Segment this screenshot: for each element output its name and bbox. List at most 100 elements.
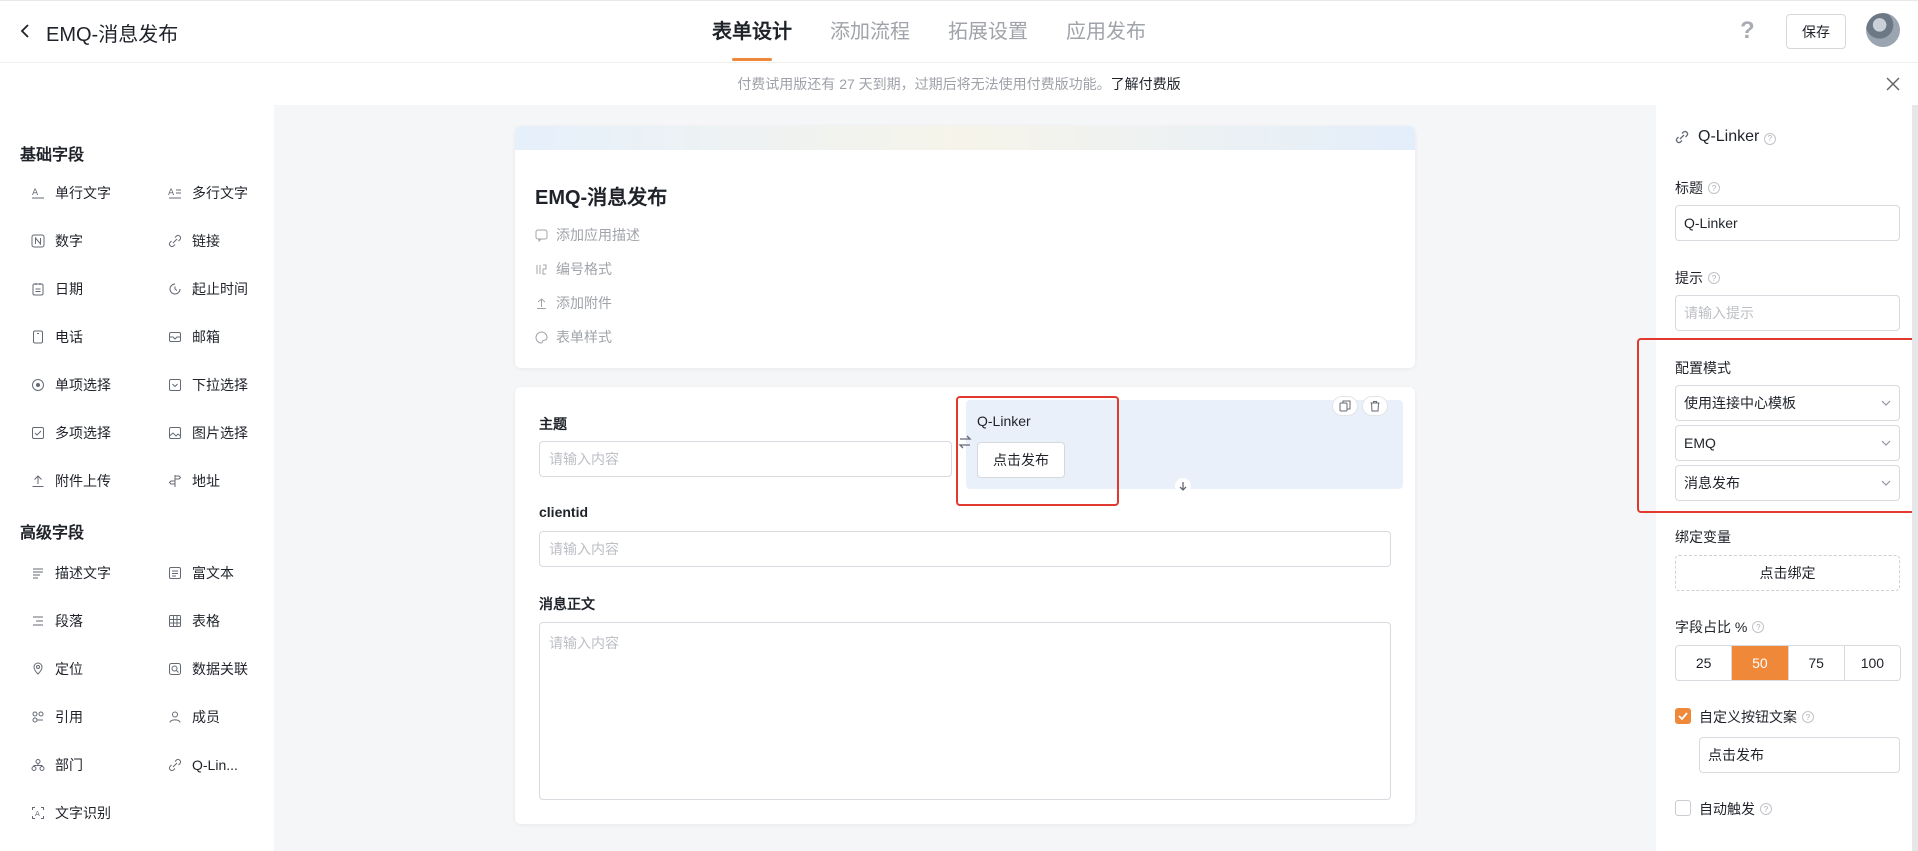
tab-app-publish[interactable]: 应用发布 xyxy=(1066,1,1146,63)
palette-field-address[interactable]: 地址 xyxy=(167,471,220,491)
subject-input[interactable] xyxy=(539,441,952,477)
help-circle-icon[interactable]: ? xyxy=(1708,272,1720,284)
palette-field-description[interactable]: 描述文字 xyxy=(30,563,111,583)
bind-variable-button[interactable]: 点击绑定 xyxy=(1675,555,1900,591)
custom-button-text-input[interactable] xyxy=(1699,737,1900,773)
palette-field-label: 图片选择 xyxy=(192,425,248,441)
swap-icon[interactable] xyxy=(958,434,972,450)
palette-field-paragraph[interactable]: 段落 xyxy=(30,611,83,631)
trial-banner-link[interactable]: 了解付费版 xyxy=(1111,76,1181,92)
add-description-item[interactable]: 添加应用描述 xyxy=(535,225,640,245)
palette-field-mail[interactable]: 邮箱 xyxy=(167,327,220,347)
width-option-25[interactable]: 25 xyxy=(1676,646,1733,680)
app-title: EMQ-消息发布 xyxy=(46,24,179,46)
custom-button-text-checkbox[interactable] xyxy=(1675,708,1691,724)
description-icon xyxy=(535,229,548,242)
save-button[interactable]: 保存 xyxy=(1786,14,1846,49)
add-attachment-item[interactable]: 添加附件 xyxy=(535,293,612,313)
palette-field-link[interactable]: 链接 xyxy=(167,231,220,251)
location-icon xyxy=(30,661,46,677)
rich-text-icon xyxy=(167,565,183,581)
table-icon xyxy=(167,613,183,629)
palette-field-radio[interactable]: 单项选择 xyxy=(30,375,111,395)
avatar[interactable] xyxy=(1866,13,1900,47)
radio-icon xyxy=(30,377,46,393)
form-style-item[interactable]: 表单样式 xyxy=(535,327,612,347)
help-icon[interactable]: ? xyxy=(1740,17,1755,45)
palette-field-location[interactable]: 定位 xyxy=(30,659,83,679)
width-option-75[interactable]: 75 xyxy=(1789,646,1845,680)
field-width-segmented: 25 50 75 100 xyxy=(1675,645,1901,681)
width-option-50[interactable]: 50 xyxy=(1732,646,1789,680)
upload-icon xyxy=(537,297,546,309)
palette-field-reference[interactable]: 引用 xyxy=(30,707,83,727)
close-icon[interactable] xyxy=(1884,75,1902,93)
back-arrow-icon[interactable] xyxy=(18,19,38,43)
move-down-icon[interactable] xyxy=(1175,478,1191,494)
help-circle-icon[interactable]: ? xyxy=(1708,182,1720,194)
palette-field-number[interactable]: 数字 xyxy=(30,231,83,251)
trial-banner-text: 付费试用版还有 27 天到期，过期后将无法使用付费版功能。 xyxy=(737,76,1111,92)
component-name: Q-Linker ? xyxy=(1698,128,1776,146)
description-icon xyxy=(30,565,46,581)
palette-field-department[interactable]: 部门 xyxy=(30,755,83,775)
config-mode-select[interactable]: 使用连接中心模板 xyxy=(1675,385,1900,421)
delete-icon[interactable] xyxy=(1362,396,1388,416)
help-circle-icon[interactable]: ? xyxy=(1760,803,1772,815)
tab-form-design[interactable]: 表单设计 xyxy=(712,1,792,63)
palette-field-time-range[interactable]: 起止时间 xyxy=(167,279,248,299)
upload-icon xyxy=(30,473,46,489)
svg-text:A: A xyxy=(168,188,175,198)
title-label: 标题? xyxy=(1675,178,1720,198)
field-width-label: 字段占比 %? xyxy=(1675,617,1765,637)
custom-button-text-label: 自定义按钮文案? xyxy=(1699,707,1814,727)
action-select[interactable]: 消息发布 xyxy=(1675,465,1900,501)
palette-field-q-linker[interactable]: Q-Lin... xyxy=(167,755,238,775)
number-icon xyxy=(30,233,46,249)
copy-icon[interactable] xyxy=(1332,396,1358,416)
auto-trigger-label: 自动触发? xyxy=(1699,799,1772,819)
dropdown-icon xyxy=(167,377,183,393)
palette-field-label: 下拉选择 xyxy=(192,377,248,393)
palette-field-label: 多项选择 xyxy=(55,425,111,441)
clientid-input[interactable] xyxy=(539,531,1391,567)
palette-field-dropdown[interactable]: 下拉选择 xyxy=(167,375,248,395)
palette-field-label: 成员 xyxy=(192,709,220,725)
palette-field-rich-text[interactable]: 富文本 xyxy=(167,563,234,583)
help-circle-icon[interactable]: ? xyxy=(1763,132,1776,145)
qlinker-publish-button[interactable]: 点击发布 xyxy=(977,442,1065,478)
palette-field-label: Q-Lin... xyxy=(192,757,238,773)
auto-trigger-checkbox[interactable] xyxy=(1675,800,1691,816)
palette-field-member[interactable]: 成员 xyxy=(167,707,220,727)
scrollbar[interactable] xyxy=(1912,105,1918,851)
palette-field-label: 段落 xyxy=(55,613,83,629)
number-format-item[interactable]: 编号格式 xyxy=(535,259,612,279)
message-body-textarea[interactable] xyxy=(539,622,1391,800)
help-circle-icon[interactable]: ? xyxy=(1802,711,1814,723)
address-icon xyxy=(167,473,183,489)
palette-field-table[interactable]: 表格 xyxy=(167,611,220,631)
palette-field-data-link[interactable]: 数据关联 xyxy=(167,659,248,679)
width-option-100[interactable]: 100 xyxy=(1845,646,1900,680)
tab-add-flow[interactable]: 添加流程 xyxy=(830,1,910,63)
palette-field-label: 数字 xyxy=(55,233,83,249)
connector-select[interactable]: EMQ xyxy=(1675,425,1900,461)
palette-field-upload[interactable]: 附件上传 xyxy=(30,471,111,491)
palette-field-multi-line-text[interactable]: A 多行文字 xyxy=(167,183,248,203)
palette-field-label: 链接 xyxy=(192,233,220,249)
tab-extension-settings[interactable]: 拓展设置 xyxy=(948,1,1028,63)
checkbox-icon xyxy=(30,425,46,441)
palette-field-image-select[interactable]: 图片选择 xyxy=(167,423,248,443)
palette-field-ocr[interactable]: A 文字识别 xyxy=(30,803,111,823)
multi-line-text-icon: A xyxy=(167,185,183,201)
hint-input[interactable] xyxy=(1675,295,1900,331)
form-info-card: EMQ-消息发布 添加应用描述 编号格式 添加附件 表单样式 xyxy=(515,126,1415,368)
palette-field-date[interactable]: 日期 xyxy=(30,279,83,299)
form-title[interactable]: EMQ-消息发布 xyxy=(535,181,667,210)
main-tabs: 表单设计 添加流程 拓展设置 应用发布 xyxy=(712,1,1146,63)
palette-field-single-line-text[interactable]: A 单行文字 xyxy=(30,183,111,203)
palette-field-checkbox[interactable]: 多项选择 xyxy=(30,423,111,443)
help-circle-icon[interactable]: ? xyxy=(1752,621,1765,633)
title-input[interactable] xyxy=(1675,205,1900,241)
palette-field-phone[interactable]: 电话 xyxy=(30,327,83,347)
